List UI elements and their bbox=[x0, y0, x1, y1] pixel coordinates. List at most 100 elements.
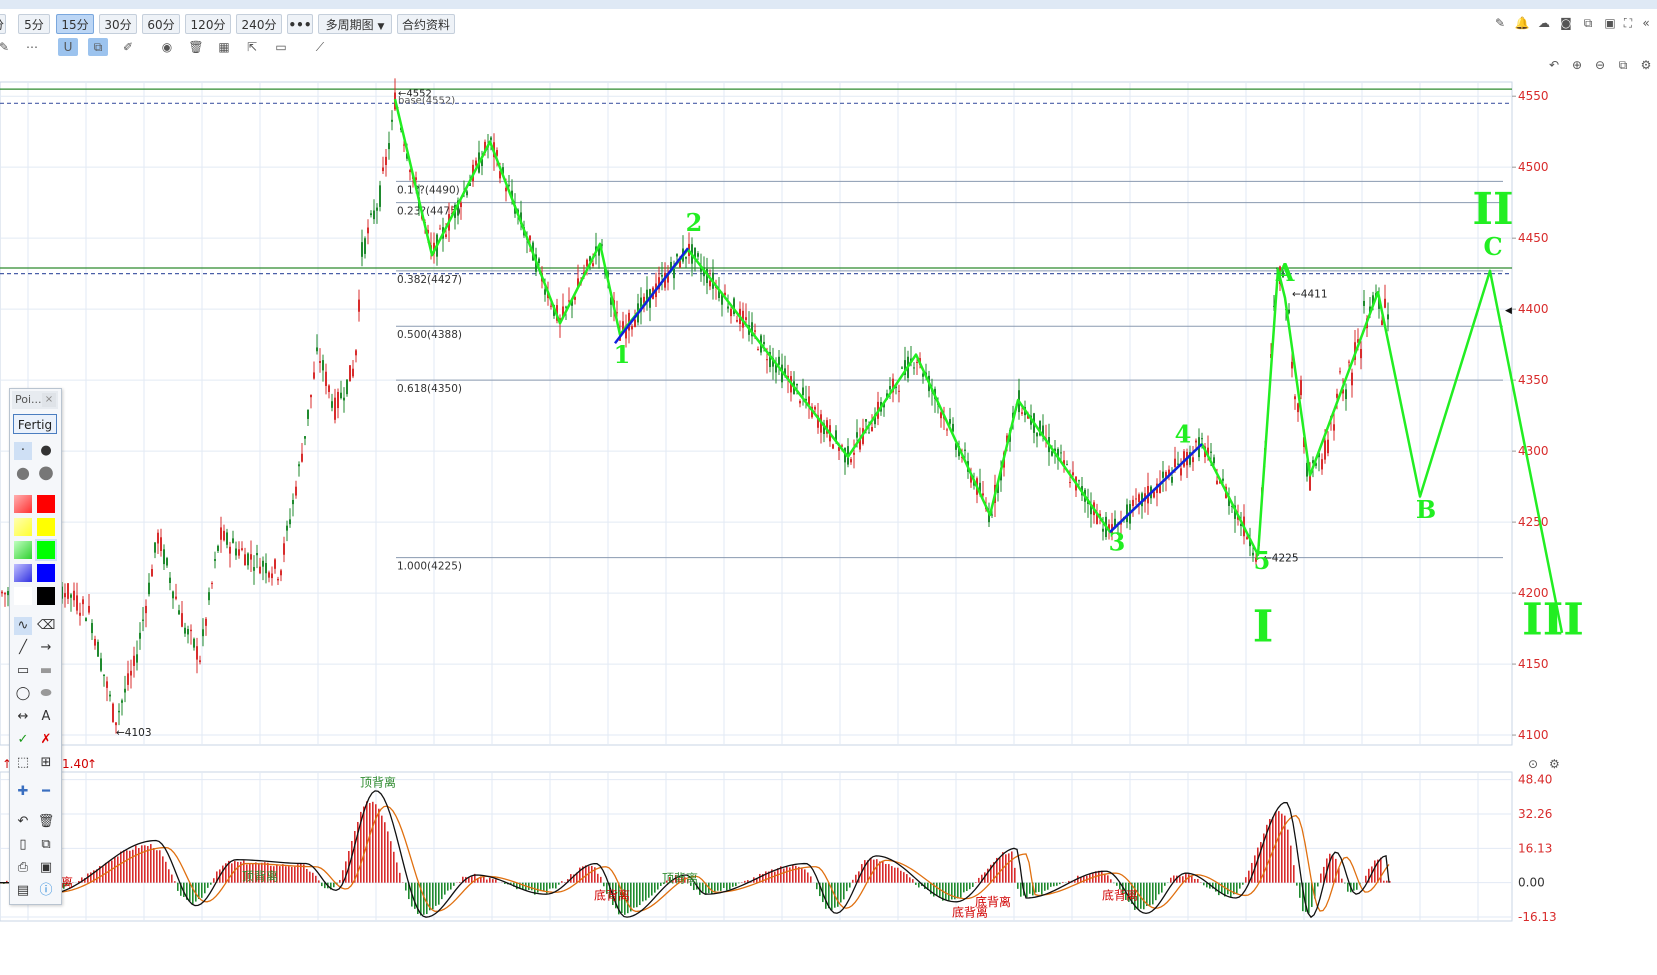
candle-body bbox=[190, 629, 192, 632]
line-tool-icon[interactable]: ╱ bbox=[14, 639, 32, 657]
color-blue-gradient[interactable] bbox=[14, 564, 32, 582]
candle-body bbox=[391, 119, 393, 122]
candle-body bbox=[1387, 314, 1389, 320]
candle-body bbox=[151, 569, 153, 577]
color-white[interactable] bbox=[14, 587, 32, 605]
done-button[interactable]: Fertig bbox=[13, 414, 57, 434]
candle-body bbox=[352, 368, 354, 377]
text-tool-icon[interactable]: A bbox=[37, 708, 55, 726]
candle bbox=[310, 394, 312, 409]
macd-bar bbox=[1365, 875, 1367, 883]
macd-bar bbox=[1221, 882, 1223, 894]
point-large-icon[interactable]: ● bbox=[14, 464, 32, 482]
eraser-icon[interactable]: ⌫ bbox=[37, 617, 55, 635]
arrow-tool-icon[interactable]: → bbox=[37, 639, 55, 657]
ellipse-tool-icon[interactable]: ◯ bbox=[14, 685, 32, 703]
delete-drawing-icon[interactable]: 🗑 bbox=[37, 813, 55, 831]
zoom-area-icon[interactable]: ⊞ bbox=[37, 754, 55, 772]
close-icon[interactable]: × bbox=[42, 393, 56, 407]
divergence-label: 底背离 bbox=[952, 904, 988, 919]
macd-dif-line bbox=[0, 790, 1390, 919]
candle-body bbox=[355, 350, 357, 356]
image-icon[interactable]: ▤ bbox=[14, 882, 32, 900]
candle-body bbox=[745, 317, 747, 320]
point-small-icon[interactable]: · bbox=[14, 442, 32, 460]
undo-drawing-icon[interactable]: ↶ bbox=[14, 813, 32, 831]
macd-bar bbox=[957, 882, 959, 899]
candle-body bbox=[370, 213, 372, 216]
filled-ellipse-icon[interactable]: ⬬ bbox=[37, 685, 55, 703]
wave-label: B bbox=[1416, 495, 1436, 524]
color-yellow[interactable] bbox=[37, 518, 55, 536]
floppy-icon[interactable]: ▣ bbox=[37, 859, 55, 877]
candle-body bbox=[214, 559, 216, 561]
candle-body bbox=[358, 299, 360, 312]
candle bbox=[88, 593, 90, 615]
candle bbox=[1321, 453, 1323, 475]
macd-bar bbox=[1170, 877, 1172, 883]
macd-bar bbox=[1053, 882, 1055, 887]
candle-body bbox=[1180, 468, 1182, 476]
chart-area[interactable]: 4550450044504400435043004250420041504100… bbox=[0, 0, 1657, 975]
candle-body bbox=[331, 401, 333, 408]
candle-body bbox=[1246, 537, 1248, 540]
candle-body bbox=[376, 207, 378, 211]
macd-bar bbox=[189, 882, 191, 902]
candle bbox=[208, 587, 210, 605]
candle bbox=[1135, 488, 1137, 506]
palette-title-bar[interactable]: Poi... × bbox=[12, 391, 58, 409]
macd-bar bbox=[765, 871, 767, 883]
select-area-icon[interactable]: ⬚ bbox=[14, 754, 32, 772]
check-icon[interactable]: ✓ bbox=[14, 731, 32, 749]
macd-bar bbox=[147, 846, 149, 883]
macd-bar bbox=[543, 882, 545, 891]
candle-body bbox=[202, 629, 204, 637]
candle bbox=[103, 674, 105, 687]
color-red-gradient[interactable] bbox=[14, 495, 32, 513]
plus-icon[interactable]: ✚ bbox=[14, 783, 32, 801]
point-xlarge-icon[interactable]: ● bbox=[37, 464, 55, 482]
minus-icon[interactable]: ━ bbox=[37, 783, 55, 801]
new-page-icon[interactable]: ▯ bbox=[14, 836, 32, 854]
rectangle-tool-icon[interactable]: ▭ bbox=[14, 662, 32, 680]
candle bbox=[199, 655, 201, 665]
color-blue[interactable] bbox=[37, 564, 55, 582]
macd-bar bbox=[789, 867, 791, 883]
candle bbox=[391, 110, 393, 131]
wave-label: I bbox=[1253, 601, 1274, 652]
candle-body bbox=[796, 384, 798, 386]
freehand-tool-icon[interactable]: ∿ bbox=[14, 617, 32, 635]
candle bbox=[1387, 302, 1389, 332]
candle-body bbox=[1384, 298, 1386, 308]
candle-body bbox=[253, 567, 255, 571]
candle-body bbox=[118, 710, 120, 713]
color-red[interactable] bbox=[37, 495, 55, 513]
color-green-gradient[interactable] bbox=[14, 541, 32, 559]
candle-body bbox=[307, 409, 309, 419]
macd-bar bbox=[1149, 882, 1151, 906]
candle bbox=[109, 690, 111, 702]
macd-bar bbox=[648, 882, 650, 898]
macd-bar bbox=[1008, 853, 1010, 883]
candle-body bbox=[685, 256, 687, 259]
candle bbox=[277, 576, 279, 586]
point-medium-icon[interactable]: ● bbox=[37, 442, 55, 460]
candle-body bbox=[385, 156, 387, 166]
color-yellow-gradient[interactable] bbox=[14, 518, 32, 536]
macd-bar bbox=[1113, 882, 1115, 884]
color-black[interactable] bbox=[37, 587, 55, 605]
color-green[interactable] bbox=[35, 539, 57, 561]
fib-level-label: 0.500(4388) bbox=[397, 329, 462, 341]
candle-body bbox=[1300, 380, 1302, 396]
copy-page-icon[interactable]: ⧉ bbox=[37, 836, 55, 854]
cancel-icon[interactable]: ✗ bbox=[37, 731, 55, 749]
candle-body bbox=[175, 596, 177, 599]
filled-rectangle-icon[interactable]: ▬ bbox=[37, 662, 55, 680]
candle-body bbox=[757, 349, 759, 351]
info-icon[interactable]: ⓘ bbox=[37, 882, 55, 900]
macd-bar bbox=[132, 849, 134, 883]
double-arrow-icon[interactable]: ↔ bbox=[14, 708, 32, 726]
print-icon[interactable]: ⎙ bbox=[14, 859, 32, 877]
candle bbox=[850, 456, 852, 465]
candle-body bbox=[268, 572, 270, 578]
